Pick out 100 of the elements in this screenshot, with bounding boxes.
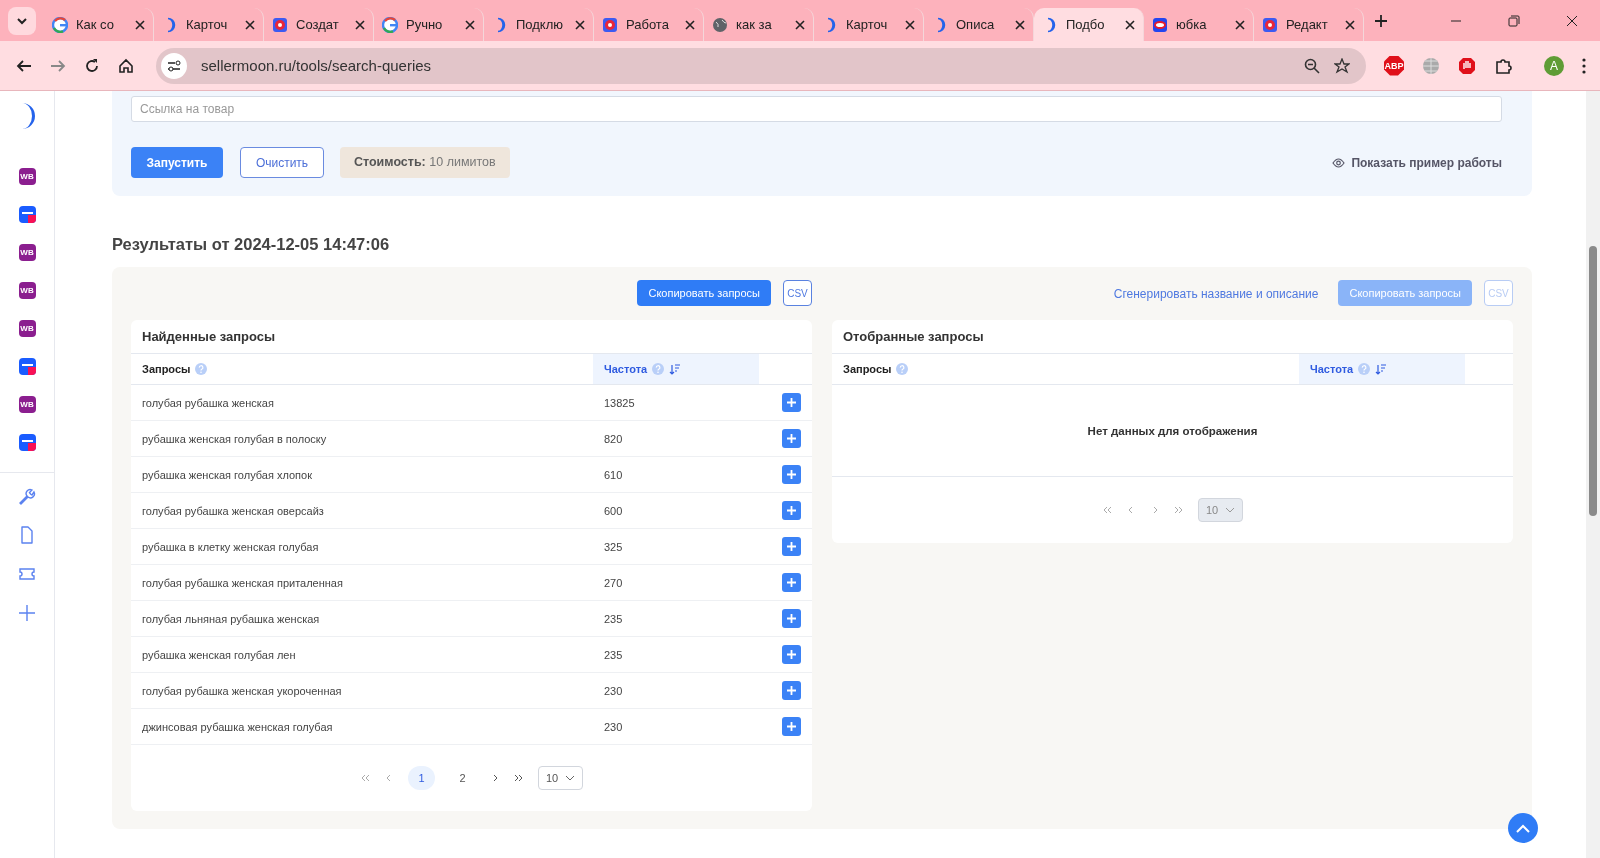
last-page-icon[interactable] bbox=[514, 773, 524, 783]
column-header[interactable]: Частота bbox=[1299, 354, 1465, 384]
generate-title-link[interactable]: Сгенерировать название и описание bbox=[1113, 287, 1319, 301]
address-bar[interactable]: sellermoon.ru/tools/search-queries bbox=[156, 47, 1366, 84]
frequency-cell: 13825 bbox=[604, 396, 635, 409]
plus-icon bbox=[787, 578, 796, 587]
close-icon[interactable] bbox=[1125, 19, 1135, 30]
close-icon[interactable] bbox=[465, 19, 475, 30]
menu-icon[interactable] bbox=[1582, 57, 1586, 74]
plus-icon bbox=[787, 470, 796, 479]
marketplace-icon[interactable] bbox=[18, 434, 36, 451]
close-icon[interactable] bbox=[135, 19, 145, 30]
plus-icon bbox=[787, 722, 796, 731]
forward-icon[interactable] bbox=[50, 57, 66, 74]
scrollbar[interactable] bbox=[1586, 91, 1600, 858]
add-button[interactable] bbox=[782, 573, 801, 592]
marketplace-icon[interactable] bbox=[18, 206, 36, 223]
ticket-icon[interactable] bbox=[18, 565, 36, 583]
query-cell: голубая льняная рубашка женская bbox=[142, 612, 320, 625]
new-tab-icon[interactable] bbox=[1374, 13, 1388, 28]
google-icon bbox=[52, 16, 68, 33]
page-button[interactable]: 2 bbox=[449, 766, 476, 790]
add-button[interactable] bbox=[782, 717, 801, 736]
plus-icon bbox=[787, 506, 796, 515]
frequency-cell: 235 bbox=[604, 612, 623, 625]
frequency-cell: 235 bbox=[604, 648, 623, 661]
restore-icon[interactable] bbox=[1508, 14, 1520, 27]
back-icon[interactable] bbox=[16, 57, 32, 74]
query-cell: голубая рубашка женская bbox=[142, 396, 274, 409]
column-header[interactable]: Частота bbox=[593, 354, 759, 384]
results-heading: Результаты от 2024-12-05 14:47:06 bbox=[112, 235, 391, 254]
add-button[interactable] bbox=[782, 501, 801, 520]
marketplace-icon[interactable] bbox=[18, 358, 36, 375]
query-cell: джинсовая рубашка женская голубая bbox=[142, 720, 333, 733]
tab-list-button[interactable] bbox=[8, 6, 36, 35]
marketplace-badge[interactable]: WB bbox=[18, 320, 36, 337]
tab-title: Создат bbox=[296, 17, 340, 32]
add-button[interactable] bbox=[782, 645, 801, 664]
plus-icon bbox=[787, 614, 796, 623]
page-size-select[interactable]: 10 bbox=[538, 766, 583, 790]
frequency-cell: 600 bbox=[604, 504, 623, 517]
add-button[interactable] bbox=[782, 609, 801, 628]
frequency-cell: 270 bbox=[604, 576, 623, 589]
tab-title: Карточ bbox=[846, 17, 889, 32]
sort-descending-icon[interactable] bbox=[1375, 363, 1387, 375]
query-cell: голубая рубашка женская укороченная bbox=[142, 684, 342, 697]
add-button[interactable] bbox=[782, 429, 801, 448]
column-header[interactable]: Запросы bbox=[131, 354, 593, 384]
chevron-down-icon bbox=[1225, 507, 1235, 513]
close-icon[interactable] bbox=[685, 19, 695, 30]
close-icon[interactable] bbox=[1235, 19, 1245, 30]
close-icon[interactable] bbox=[355, 19, 365, 30]
link-input-field[interactable]: Ссылка на товар bbox=[131, 96, 1502, 122]
close-icon[interactable] bbox=[1345, 19, 1355, 30]
document-icon[interactable] bbox=[18, 526, 36, 544]
chevron-up-icon bbox=[1516, 823, 1530, 833]
cost-label: Стоимость: 10 лимитов bbox=[340, 147, 510, 178]
plus-icon bbox=[787, 650, 796, 659]
marketplace-badge[interactable]: WB bbox=[18, 396, 36, 413]
close-icon[interactable] bbox=[245, 19, 255, 30]
zoom-out-icon[interactable] bbox=[1304, 57, 1320, 74]
add-button[interactable] bbox=[782, 537, 801, 556]
show-example-link[interactable]: Показать пример работы bbox=[1332, 155, 1502, 170]
close-icon[interactable] bbox=[575, 19, 585, 30]
column-header[interactable]: Запросы bbox=[832, 354, 1299, 384]
marketplace-badge[interactable]: WB bbox=[18, 244, 36, 261]
close-icon[interactable] bbox=[1015, 19, 1025, 30]
add-button[interactable] bbox=[782, 393, 801, 412]
run-button[interactable]: Запустить bbox=[131, 147, 223, 178]
reload-icon[interactable] bbox=[84, 57, 100, 74]
chevron-down-icon bbox=[565, 775, 575, 781]
home-icon[interactable] bbox=[118, 57, 134, 74]
csv-button[interactable]: CSV bbox=[783, 280, 812, 306]
close-icon[interactable] bbox=[1566, 14, 1578, 27]
google-icon bbox=[382, 16, 398, 33]
tab-title: Ручно bbox=[406, 17, 444, 32]
page-button[interactable]: 1 bbox=[408, 766, 435, 790]
tab-title: Подбо bbox=[1066, 17, 1106, 32]
site-settings-icon[interactable] bbox=[161, 52, 187, 79]
clear-button[interactable]: Очистить bbox=[240, 147, 324, 178]
marketplace-badge[interactable]: WB bbox=[18, 282, 36, 299]
query-cell: голубая рубашка женская оверсайз bbox=[142, 504, 324, 517]
browser-tab[interactable]: Подбо bbox=[1034, 8, 1144, 41]
query-cell: рубашка женская голубая в полоску bbox=[142, 432, 327, 445]
star-icon[interactable] bbox=[1334, 57, 1350, 74]
close-icon[interactable] bbox=[905, 19, 915, 30]
query-cell: рубашка в клетку женская голубая bbox=[142, 540, 319, 553]
add-button[interactable] bbox=[782, 681, 801, 700]
sort-descending-icon[interactable] bbox=[669, 363, 681, 375]
scroll-to-top-button[interactable] bbox=[1508, 813, 1538, 843]
adblock-icon[interactable]: ABP bbox=[1384, 55, 1404, 76]
close-icon[interactable] bbox=[795, 19, 805, 30]
empty-message: Нет данных для отображения bbox=[1087, 424, 1258, 437]
wrench-icon[interactable] bbox=[18, 487, 36, 505]
marketplace-badge[interactable]: WB bbox=[18, 168, 36, 185]
tab-title: Подклю bbox=[516, 17, 565, 32]
add-button[interactable] bbox=[782, 465, 801, 484]
copy-queries-button[interactable]: Скопировать запросы bbox=[637, 280, 771, 306]
puzzle-icon[interactable] bbox=[1494, 56, 1512, 75]
tab-title: как за bbox=[736, 17, 773, 32]
